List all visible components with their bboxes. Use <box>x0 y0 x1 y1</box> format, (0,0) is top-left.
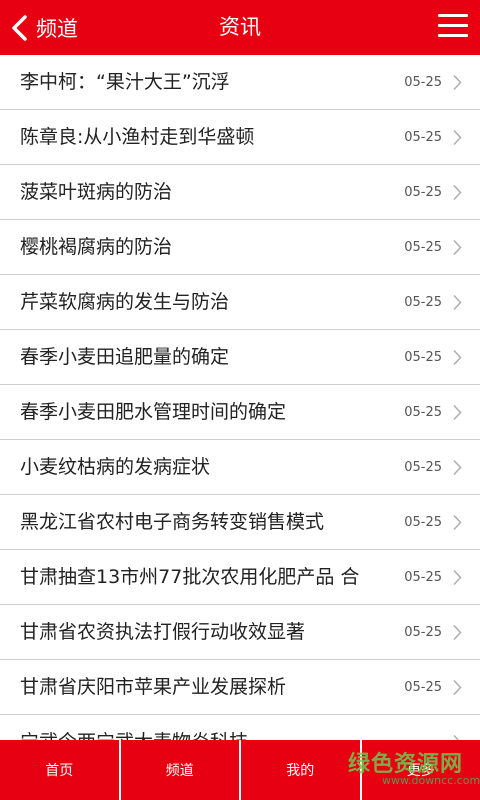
bottom-tab-bar: 首页 频道 我的 更多 <box>0 740 480 800</box>
chevron-right-icon <box>453 129 462 146</box>
list-item[interactable]: 李中柯：“果汁大王”沉浮 05-25 <box>0 55 480 110</box>
chevron-right-icon <box>453 624 462 641</box>
chevron-right-icon <box>453 74 462 91</box>
news-list[interactable]: 李中柯：“果汁大王”沉浮 05-25 陈章良:从小渔村走到华盛顿 05-25 菠… <box>0 55 480 740</box>
tab-more[interactable]: 更多 <box>361 740 480 800</box>
item-title: 甘肃省庆阳市苹果产业发展探析 <box>20 676 287 698</box>
item-date: 05-25 <box>404 240 442 255</box>
item-date: 05-25 <box>404 295 442 310</box>
item-title: 春季小麦田肥水管理时间的确定 <box>20 401 287 423</box>
item-title: 芹菜软腐病的发生与防治 <box>20 291 230 313</box>
list-item[interactable]: 春季小麦田肥水管理时间的确定 05-25 <box>0 385 480 440</box>
tab-mine[interactable]: 我的 <box>241 740 360 800</box>
list-item[interactable]: 宁武今两宁武大麦物炎科技 <box>0 715 480 740</box>
list-item[interactable]: 甘肃抽查13市州77批次农用化肥产品 合 05-25 <box>0 550 480 605</box>
list-item[interactable]: 陈章良:从小渔村走到华盛顿 05-25 <box>0 110 480 165</box>
item-title: 李中柯：“果汁大王”沉浮 <box>20 71 230 93</box>
item-date: 05-25 <box>404 625 442 640</box>
item-date: 05-25 <box>404 405 442 420</box>
item-date: 05-25 <box>404 75 442 90</box>
back-button[interactable]: 频道 <box>10 8 78 48</box>
item-title: 甘肃省农资执法打假行动收效显著 <box>20 621 306 643</box>
chevron-right-icon <box>453 459 462 476</box>
list-item[interactable]: 菠菜叶斑病的防治 05-25 <box>0 165 480 220</box>
chevron-right-icon <box>453 514 462 531</box>
list-item[interactable]: 春季小麦田追肥量的确定 05-25 <box>0 330 480 385</box>
item-date: 05-25 <box>404 460 442 475</box>
list-item[interactable]: 甘肃省农资执法打假行动收效显著 05-25 <box>0 605 480 660</box>
tab-home[interactable]: 首页 <box>0 740 119 800</box>
item-date: 05-25 <box>404 515 442 530</box>
chevron-right-icon <box>453 349 462 366</box>
item-title: 菠菜叶斑病的防治 <box>20 181 173 203</box>
item-date: 05-25 <box>404 185 442 200</box>
menu-button[interactable] <box>438 14 468 40</box>
chevron-right-icon <box>453 404 462 421</box>
list-item[interactable]: 甘肃省庆阳市苹果产业发展探析 05-25 <box>0 660 480 715</box>
item-title: 宁武今两宁武大麦物炎科技 <box>20 715 248 740</box>
top-bar: 频道 资讯 <box>0 0 480 55</box>
item-title: 春季小麦田追肥量的确定 <box>20 346 230 368</box>
chevron-left-icon <box>12 15 27 41</box>
menu-icon-bar <box>438 14 468 17</box>
chevron-right-icon <box>453 569 462 586</box>
tab-channels[interactable]: 频道 <box>120 740 239 800</box>
chevron-right-icon <box>453 184 462 201</box>
menu-icon-bar <box>438 24 468 27</box>
item-title: 黑龙江省农村电子商务转变销售模式 <box>20 511 325 533</box>
back-label: 频道 <box>36 17 78 41</box>
item-title: 小麦纹枯病的发病症状 <box>20 456 211 478</box>
chevron-right-icon <box>453 679 462 696</box>
item-title: 甘肃抽查13市州77批次农用化肥产品 合 <box>20 566 360 588</box>
item-date: 05-25 <box>404 350 442 365</box>
item-title: 樱桃褐腐病的防治 <box>20 236 173 258</box>
list-item[interactable]: 黑龙江省农村电子商务转变销售模式 05-25 <box>0 495 480 550</box>
menu-icon-bar <box>438 34 468 37</box>
item-date: 05-25 <box>404 130 442 145</box>
list-item[interactable]: 芹菜软腐病的发生与防治 05-25 <box>0 275 480 330</box>
chevron-right-icon <box>453 239 462 256</box>
list-item[interactable]: 樱桃褐腐病的防治 05-25 <box>0 220 480 275</box>
item-date: 05-25 <box>404 570 442 585</box>
list-item[interactable]: 小麦纹枯病的发病症状 05-25 <box>0 440 480 495</box>
item-date: 05-25 <box>404 680 442 695</box>
chevron-right-icon <box>453 294 462 311</box>
item-title: 陈章良:从小渔村走到华盛顿 <box>20 126 255 148</box>
